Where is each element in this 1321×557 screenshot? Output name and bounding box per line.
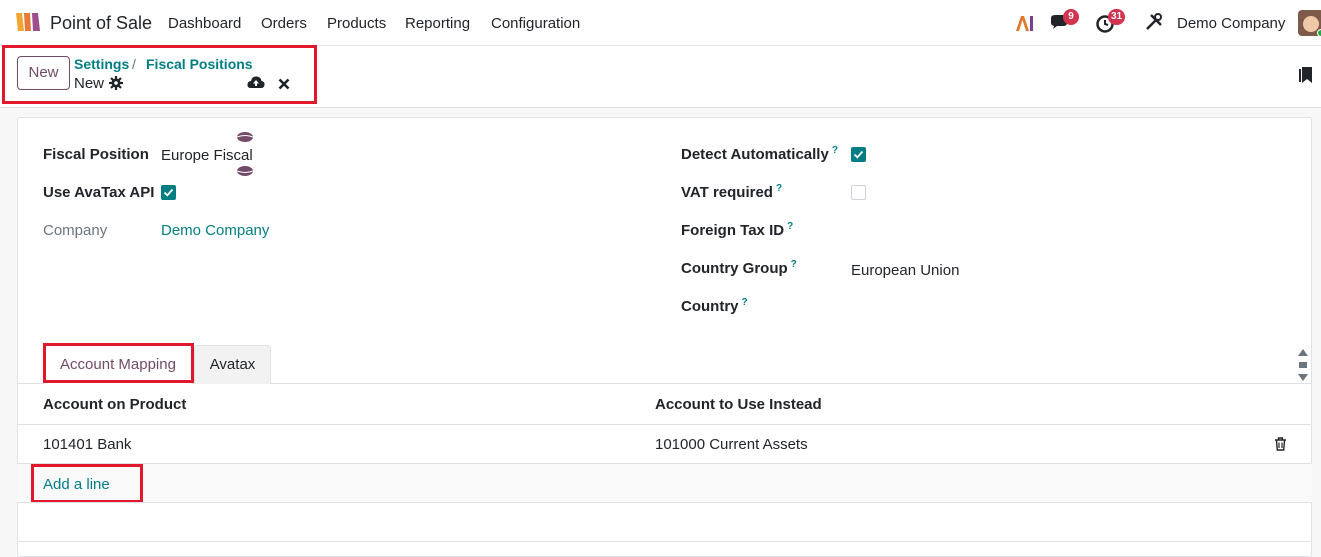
foreign-tax-label: Foreign Tax ID? [681, 221, 794, 239]
menu-reporting[interactable]: Reporting [405, 15, 470, 32]
empty-row-divider [17, 541, 1312, 542]
activities-badge: 31 [1108, 9, 1126, 25]
gear-icon[interactable] [109, 76, 123, 94]
column-header-account-to-use-instead[interactable]: Account to Use Instead [655, 396, 822, 413]
company-label: Company [43, 222, 108, 239]
company-switcher[interactable]: Demo Company [1177, 15, 1285, 32]
top-navbar: Point of Sale Dashboard Orders Products … [0, 0, 1321, 46]
breadcrumb-settings[interactable]: Settings [74, 56, 129, 72]
menu-configuration[interactable]: Configuration [491, 15, 580, 32]
vat-required-checkbox[interactable] [851, 185, 866, 200]
menu-products[interactable]: Products [327, 15, 386, 32]
replacement-account-cell[interactable]: 101000 Current Assets [655, 436, 808, 453]
pos-logo-icon[interactable] [14, 11, 42, 33]
tab-avatax[interactable]: Avatax [194, 345, 271, 384]
messages-badge: 9 [1063, 9, 1079, 25]
breadcrumb-fiscal-positions[interactable]: Fiscal Positions [146, 56, 253, 72]
add-a-line-link[interactable]: Add a line [43, 476, 110, 493]
country-group-field[interactable]: European Union [851, 262, 959, 279]
control-panel: New Settings / Fiscal Positions New [0, 46, 1321, 108]
app-name[interactable]: Point of Sale [50, 13, 152, 34]
help-icon[interactable]: ? [832, 145, 838, 156]
product-account-cell[interactable]: 101401 Bank [43, 436, 131, 453]
country-group-label: Country Group? [681, 259, 797, 277]
resize-handle-bottom-icon[interactable] [236, 164, 254, 182]
use-avatax-checkbox[interactable] [161, 185, 176, 200]
tools-icon[interactable] [1144, 12, 1168, 36]
new-button[interactable]: New [17, 56, 70, 90]
breadcrumb-separator: / [132, 56, 136, 72]
menu-orders[interactable]: Orders [261, 15, 307, 32]
bookmark-icon[interactable] [1299, 66, 1313, 88]
discard-icon[interactable] [278, 77, 290, 94]
ai-icon[interactable] [1014, 12, 1038, 36]
tab-account-mapping[interactable]: Account Mapping [44, 345, 192, 384]
fiscal-position-field[interactable]: Europe Fiscal [161, 147, 253, 164]
detect-auto-label: Detect Automatically? [681, 145, 838, 163]
country-label: Country? [681, 297, 748, 315]
vat-required-label: VAT required? [681, 183, 783, 201]
trash-icon[interactable] [1274, 437, 1287, 455]
user-avatar[interactable] [1298, 10, 1321, 36]
add-line-row [17, 464, 1312, 502]
use-avatax-label: Use AvaTax API [43, 184, 155, 201]
add-line-divider [17, 502, 1312, 503]
column-header-account-on-product[interactable]: Account on Product [43, 396, 186, 413]
help-icon[interactable]: ? [787, 221, 793, 232]
resize-handle-top-icon[interactable] [236, 130, 254, 148]
help-icon[interactable]: ? [742, 297, 748, 308]
detect-auto-checkbox[interactable] [851, 147, 866, 162]
menu-dashboard[interactable]: Dashboard [168, 15, 241, 32]
record-name: New [74, 75, 105, 92]
fiscal-position-label: Fiscal Position [43, 146, 149, 163]
company-field[interactable]: Demo Company [161, 222, 269, 239]
help-icon[interactable]: ? [776, 183, 782, 194]
save-cloud-icon[interactable] [247, 75, 265, 94]
help-icon[interactable]: ? [791, 259, 797, 270]
scroll-arrows-icon[interactable] [1297, 347, 1309, 387]
table-row[interactable]: 101401 Bank 101000 Current Assets [17, 425, 1312, 463]
